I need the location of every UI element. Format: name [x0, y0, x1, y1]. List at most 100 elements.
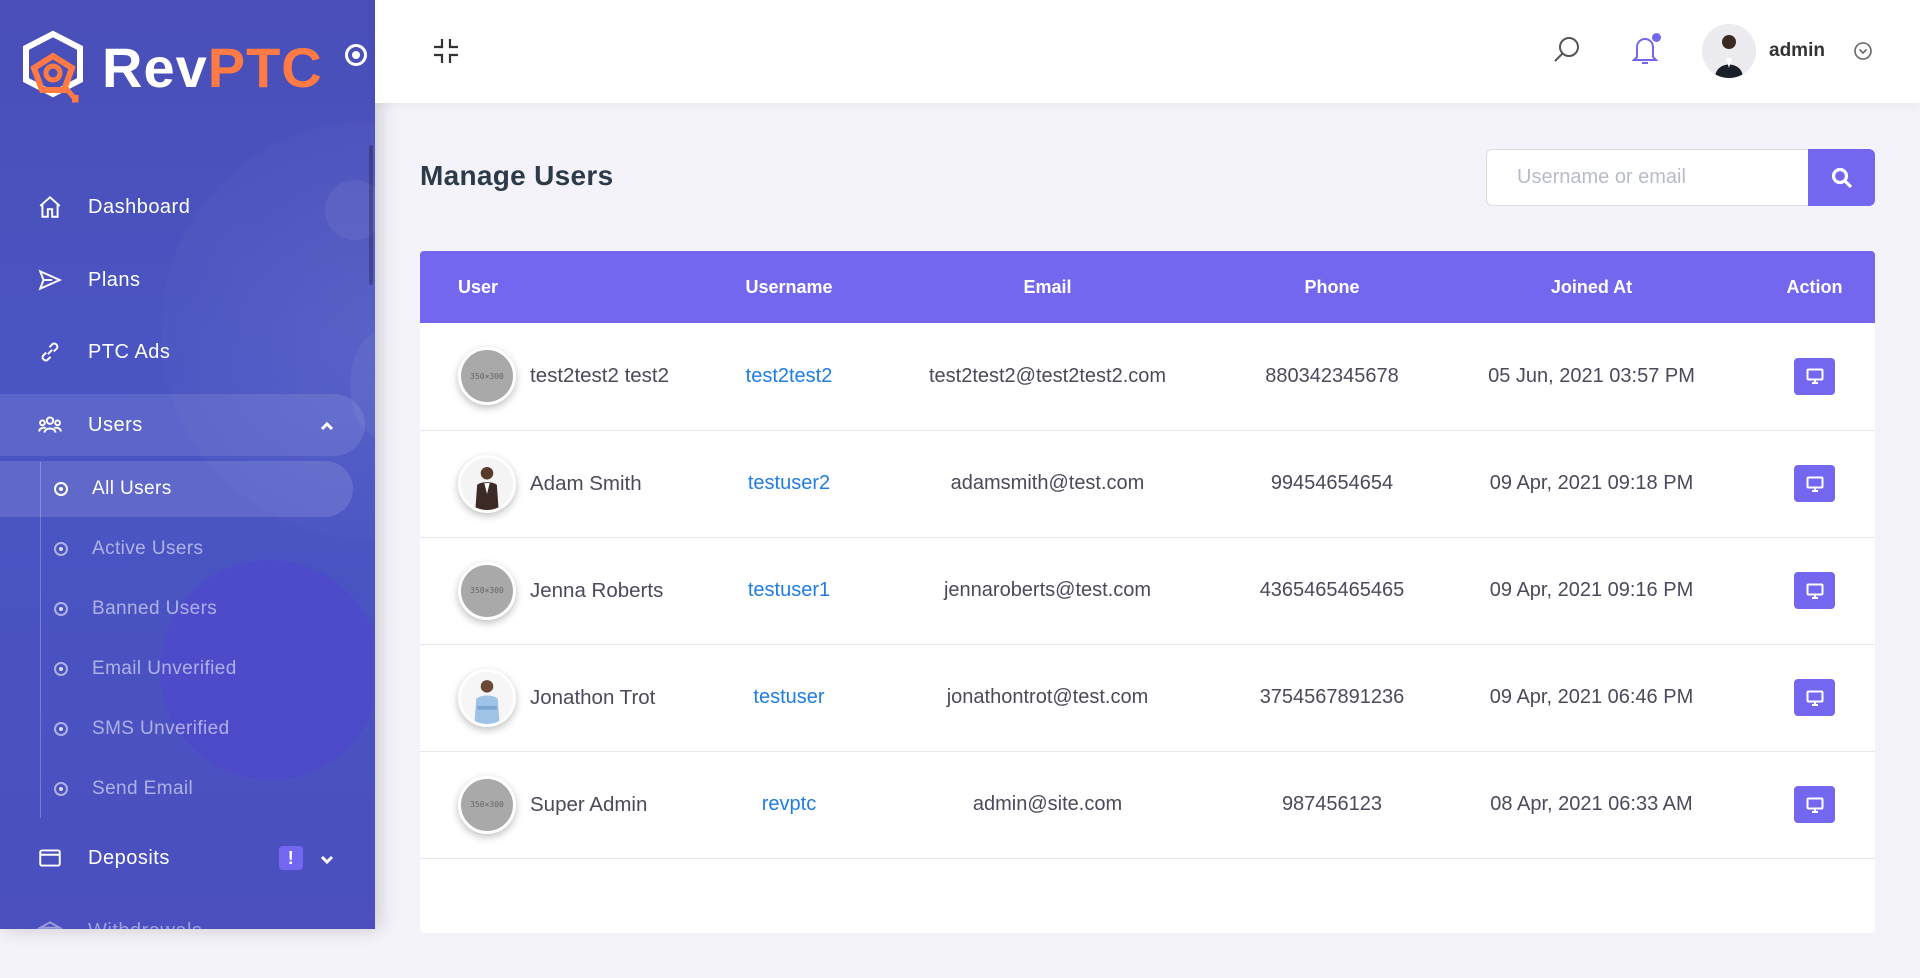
circle-dot-icon	[54, 722, 68, 736]
avatar: 350×300	[458, 347, 516, 406]
desktop-icon	[1806, 476, 1823, 492]
username-link[interactable]: test2test2	[746, 365, 833, 387]
table-row: 350×300 Super Admin revptc admin@site.co…	[420, 751, 1875, 858]
sidebar-subitem-label: Active Users	[92, 538, 204, 559]
column-header-phone: Phone	[1304, 276, 1360, 297]
sidebar-toggle-icon[interactable]	[345, 44, 367, 66]
brand-name-part2: PTC	[207, 36, 323, 99]
users-table-card: User Username Email Phone Joined At Acti…	[420, 251, 1875, 933]
circle-dot-icon	[54, 602, 68, 616]
user-name[interactable]: admin	[1769, 40, 1825, 62]
sidebar-item-label: Withdrawals	[88, 920, 202, 930]
desktop-icon	[1806, 797, 1823, 813]
table-header-row: User Username Email Phone Joined At Acti…	[420, 251, 1875, 323]
users-icon	[36, 411, 64, 439]
avatar[interactable]	[1702, 24, 1756, 78]
user-search-form	[1486, 149, 1875, 206]
user-name: Adam Smith	[530, 471, 642, 495]
search-icon[interactable]	[1551, 34, 1583, 66]
user-email: test2test2@test2test2.com	[928, 364, 1167, 387]
user-email: adamsmith@test.com	[950, 472, 1145, 494]
sidebar-item-dashboard[interactable]: Dashboard	[0, 176, 365, 238]
sidebar-item-withdrawals[interactable]: Withdrawals	[0, 900, 365, 929]
username-link[interactable]: testuser	[753, 686, 824, 708]
brand-name-part1: Rev	[102, 36, 208, 99]
circle-dot-icon	[54, 482, 68, 496]
send-icon	[36, 266, 64, 294]
page-title: Manage Users	[420, 160, 614, 191]
user-joined-at: 05 Jun, 2021 03:57 PM	[1488, 364, 1695, 387]
user-joined-at: 09 Apr, 2021 09:16 PM	[1489, 579, 1694, 601]
chevron-down-icon[interactable]	[1853, 41, 1873, 61]
column-header-user: User	[458, 276, 499, 297]
column-header-username: Username	[745, 276, 833, 297]
alert-badge: !	[279, 846, 303, 870]
avatar: 350×300	[458, 561, 516, 620]
sidebar-subitem-all-users[interactable]: All Users	[0, 461, 353, 517]
desktop-icon	[1806, 368, 1823, 385]
table-row: Adam Smith testuser2 adamsmith@test.com …	[420, 430, 1875, 537]
username-link[interactable]: revptc	[762, 793, 816, 815]
sidebar-subitem-send-email[interactable]: Send Email	[0, 761, 353, 817]
user-phone: 880342345678	[1265, 364, 1399, 387]
brand-name: RevPTC	[102, 40, 323, 96]
circle-dot-icon	[54, 542, 68, 556]
sidebar-item-deposits[interactable]: Deposits !	[0, 827, 365, 889]
view-details-button[interactable]	[1794, 357, 1835, 395]
sidebar-subitem-label: Email Unverified	[92, 658, 237, 679]
sidebar-item-label: Dashboard	[88, 195, 191, 218]
view-details-button[interactable]	[1794, 465, 1835, 502]
sidebar-subitem-active-users[interactable]: Active Users	[0, 521, 353, 577]
chevron-down-icon	[319, 923, 335, 929]
chevron-up-icon	[319, 417, 335, 433]
home-icon	[36, 193, 64, 221]
users-table: User Username Email Phone Joined At Acti…	[420, 251, 1875, 859]
view-details-button[interactable]	[1794, 679, 1835, 716]
sidebar-subitem-email-unverified[interactable]: Email Unverified	[0, 641, 353, 697]
table-row: 350×300 Jenna Roberts testuser1 jennarob…	[420, 537, 1875, 644]
view-details-button[interactable]	[1794, 786, 1835, 823]
sidebar-item-plans[interactable]: Plans	[0, 249, 365, 311]
top-navbar: admin	[375, 0, 1920, 103]
user-name: Super Admin	[530, 792, 648, 816]
user-name: Jenna Roberts	[530, 578, 664, 602]
user-name: test2test2 test2	[530, 364, 670, 388]
desktop-icon	[1806, 583, 1823, 599]
sidebar-item-label: Plans	[88, 268, 141, 291]
sidebar-subitem-label: All Users	[92, 478, 172, 499]
logo-mark-icon	[23, 30, 83, 103]
avatar	[458, 454, 516, 513]
sidebar-item-label: PTC Ads	[88, 340, 171, 363]
circle-dot-icon	[54, 782, 68, 796]
sidebar-subitem-label: SMS Unverified	[92, 718, 230, 739]
sidebar-scrollbar[interactable]	[369, 145, 373, 285]
sidebar-subitem-label: Banned Users	[92, 598, 218, 619]
brand-logo[interactable]: RevPTC	[14, 28, 359, 108]
view-details-button[interactable]	[1794, 572, 1835, 609]
user-email: jennaroberts@test.com	[943, 579, 1152, 601]
link-icon	[36, 338, 64, 366]
notification-bell-icon[interactable]	[1629, 33, 1661, 67]
bank-icon	[36, 917, 64, 929]
sidebar-item-users[interactable]: Users	[0, 394, 365, 456]
username-link[interactable]: testuser2	[748, 472, 830, 494]
search-icon	[1831, 167, 1852, 188]
user-joined-at: 09 Apr, 2021 06:46 PM	[1489, 686, 1694, 708]
user-joined-at: 08 Apr, 2021 06:33 AM	[1490, 793, 1693, 815]
search-button[interactable]	[1808, 149, 1875, 206]
sidebar-item-label: Users	[88, 413, 143, 436]
circle-dot-icon	[54, 662, 68, 676]
sidebar-subitem-banned-users[interactable]: Banned Users	[0, 581, 353, 637]
user-email: admin@site.com	[972, 793, 1123, 815]
sidebar-subitem-sms-unverified[interactable]: SMS Unverified	[0, 701, 353, 757]
desktop-icon	[1806, 690, 1823, 706]
table-row: 350×300 test2test2 test2 test2test2 test…	[420, 323, 1875, 430]
collapse-icon[interactable]	[431, 36, 461, 66]
notification-dot	[1652, 33, 1661, 42]
sidebar-item-ptc-ads[interactable]: PTC Ads	[0, 321, 365, 383]
avatar	[458, 668, 516, 727]
user-phone: 3754567891236	[1259, 686, 1405, 708]
column-header-email: Email	[1023, 276, 1072, 297]
username-link[interactable]: testuser1	[748, 579, 830, 601]
search-input[interactable]	[1486, 149, 1808, 206]
